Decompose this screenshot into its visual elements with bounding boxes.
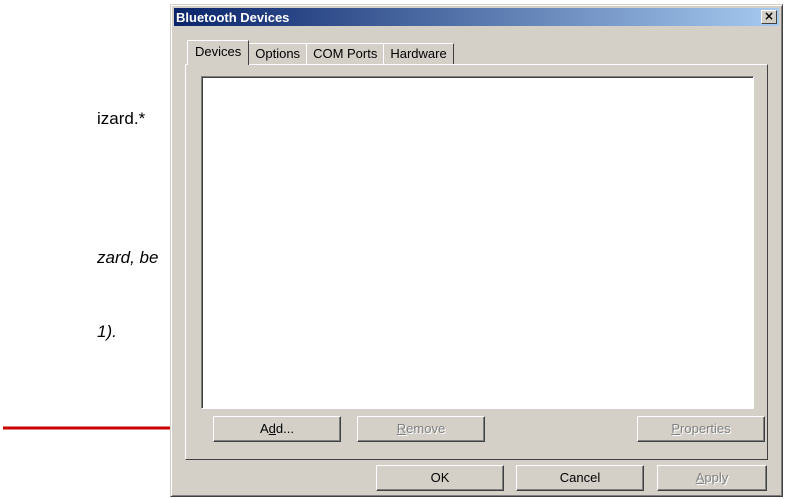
dialog-title-bar[interactable]: Bluetooth Devices × — [174, 8, 779, 26]
tab-hardware[interactable]: Hardware — [383, 43, 454, 65]
device-list-box[interactable] — [201, 76, 754, 409]
ok-button[interactable]: OK — [376, 465, 504, 491]
background-text-line-2: zard, be — [97, 248, 159, 267]
cancel-button[interactable]: Cancel — [516, 465, 644, 491]
tab-com-ports[interactable]: COM Ports — [306, 43, 385, 65]
tab-devices[interactable]: Devices — [187, 40, 250, 65]
remove-button[interactable]: Remove — [357, 416, 485, 442]
apply-button[interactable]: Apply — [657, 465, 767, 491]
background-text-line-1: izard.* — [97, 109, 146, 128]
add-button[interactable]: Add... — [213, 416, 341, 442]
background-text-line-3: 1). — [97, 322, 117, 341]
dialog-title: Bluetooth Devices — [176, 9, 290, 25]
close-button[interactable]: × — [761, 10, 777, 24]
bluetooth-devices-dialog: Bluetooth Devices × Devices Options COM … — [170, 4, 783, 497]
properties-button[interactable]: Properties — [637, 416, 765, 442]
tab-options[interactable]: Options — [248, 43, 308, 65]
tab-strip: Devices Options COM Ports Hardware — [187, 40, 454, 65]
screen: izard.* zard, be 1). Bluetooth Devices ×… — [0, 0, 808, 499]
close-icon: × — [763, 9, 775, 23]
